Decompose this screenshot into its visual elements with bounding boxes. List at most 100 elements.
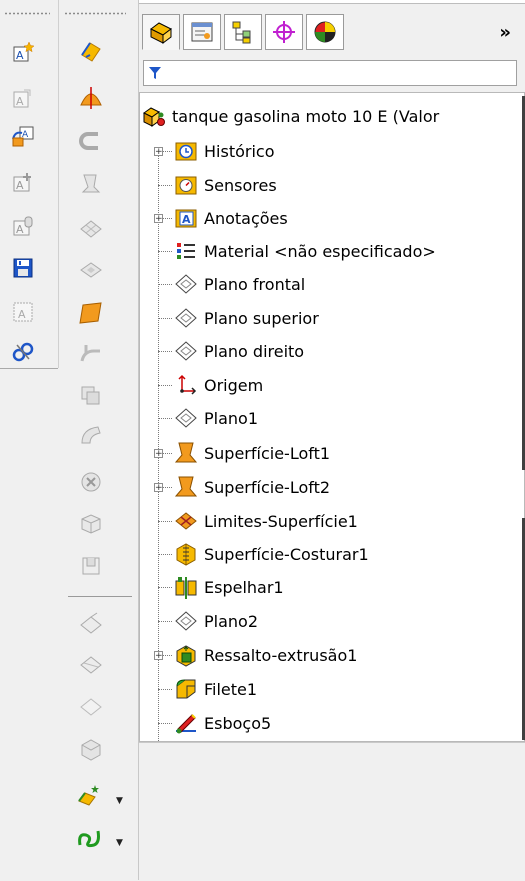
tree-item-label: Plano superior (204, 308, 319, 328)
expand-toggle[interactable]: + (154, 449, 163, 459)
filled-surface-icon[interactable] (78, 258, 102, 282)
annotation-lock-icon[interactable]: A (11, 214, 35, 238)
tree-item-label: Histórico (204, 141, 275, 161)
tree-item-origem[interactable]: Origem (174, 370, 263, 400)
tree-root[interactable]: tanque gasolina moto 10 E (Valor (142, 101, 439, 131)
toolbar-separator (68, 596, 132, 597)
tree-item-label: Superfície-Loft2 (204, 477, 331, 497)
svg-text:A: A (182, 213, 191, 226)
untrim-surface-icon[interactable] (78, 694, 102, 718)
history-clock-icon (174, 139, 198, 163)
tree-item-ressalto-extrusao1[interactable]: Ressalto-extrusão1 (174, 640, 357, 670)
tree-item-label: Limites-Superfície1 (204, 511, 358, 531)
knit-surface-icon[interactable] (78, 738, 102, 762)
tree-item-label: Ressalto-extrusão1 (204, 645, 358, 665)
filter-input[interactable] (143, 60, 517, 86)
revolved-surface-icon[interactable] (78, 86, 102, 110)
tree-item-esboco5[interactable]: Esboço5 (174, 708, 271, 738)
origin-icon (174, 373, 198, 397)
ruled-surface-icon[interactable] (78, 384, 102, 408)
expand-toggle[interactable]: + (154, 147, 163, 157)
chevron-down-icon[interactable]: ▼ (116, 796, 123, 806)
mirror-icon (174, 575, 198, 599)
tree-item-plano2[interactable]: Plano2 (174, 606, 258, 636)
tab-display-manager[interactable] (306, 14, 344, 50)
chevron-down-icon[interactable]: ▼ (116, 838, 123, 848)
svg-text:A: A (16, 179, 24, 192)
tree-item-label: Superfície-Loft1 (204, 443, 331, 463)
tree-item-filete1[interactable]: Filete1 (174, 674, 257, 704)
swept-surface-icon[interactable] (78, 130, 102, 154)
replace-face-icon[interactable] (78, 512, 102, 536)
tab-propertymanager[interactable] (183, 14, 221, 50)
planar-surface-icon[interactable] (78, 300, 102, 324)
toolbar-grip[interactable] (4, 12, 50, 15)
tree-item-label: Anotações (204, 208, 288, 228)
boundary-surface-icon[interactable] (78, 216, 102, 240)
toolbar-grip[interactable] (64, 12, 126, 15)
annotation-frame-icon[interactable]: A (11, 300, 35, 324)
trim-surface-icon[interactable] (78, 652, 102, 676)
tree-item-sensores[interactable]: Sensores (174, 170, 277, 200)
annotations-icon: A (174, 206, 198, 230)
plane-icon (174, 609, 198, 633)
tree-connector (158, 284, 172, 285)
plane-icon (174, 339, 198, 363)
tree-item-label: Sensores (204, 175, 277, 195)
link-tools-icon[interactable] (11, 340, 35, 364)
extend-surface-icon[interactable] (78, 612, 102, 636)
toolbar-empty-area (0, 368, 58, 881)
tree-item-label: Esboço5 (204, 713, 272, 733)
tab-configurationmanager[interactable] (224, 14, 262, 50)
tab-dimxpert[interactable] (265, 14, 303, 50)
svg-text:A: A (16, 223, 24, 236)
expand-toggle[interactable]: + (154, 483, 163, 493)
propertymanager-tab-icon (191, 22, 213, 42)
tree-item-limites-superficie1[interactable]: Limites-Superfície1 (174, 506, 358, 536)
more-tabs-button[interactable]: » (499, 22, 511, 43)
tree-item-superficie-loft2[interactable]: Superfície-Loft2 (174, 472, 330, 502)
delete-hole-icon[interactable] (78, 554, 102, 578)
tree-connector (158, 723, 172, 724)
annotation-disabled-icon[interactable]: A (11, 86, 35, 110)
svg-text:A: A (18, 308, 26, 321)
surface-flatten-icon[interactable] (78, 424, 102, 448)
tree-item-material[interactable]: Material <não especificado> (174, 236, 436, 266)
cut-with-surface-icon[interactable] (76, 826, 100, 850)
filter-funnel-icon (149, 67, 161, 79)
tree-item-plano-direito[interactable]: Plano direito (174, 336, 304, 366)
lofted-surface-icon[interactable] (78, 172, 102, 196)
annotation-add-icon[interactable]: A (11, 170, 35, 194)
boss-extrude-icon (174, 643, 198, 667)
offset-surface-icon[interactable] (78, 340, 102, 364)
tree-connector (158, 521, 172, 522)
tree-item-plano-frontal[interactable]: Plano frontal (174, 269, 305, 299)
expand-toggle[interactable]: + (154, 651, 163, 661)
tab-featuremanager[interactable] (142, 14, 180, 50)
tree-item-label: Material <não especificado> (204, 241, 436, 261)
tree-item-superficie-loft1[interactable]: Superfície-Loft1 (174, 438, 330, 468)
plane-icon (174, 406, 198, 430)
delete-face-icon[interactable] (78, 470, 102, 494)
fillet-icon (174, 677, 198, 701)
tree-item-historico[interactable]: Histórico (174, 136, 274, 166)
annotation-star-icon[interactable]: A (11, 40, 35, 64)
tree-item-anotacoes[interactable]: A Anotações (174, 203, 288, 233)
sensor-gauge-icon (174, 173, 198, 197)
feature-manager-panel: » tanque gasolina moto 10 E (Valor + His… (139, 0, 525, 881)
tree-item-plano-superior[interactable]: Plano superior (174, 303, 319, 333)
tree-connector (158, 251, 172, 252)
tree-item-label: Espelhar1 (204, 577, 284, 597)
save-floppy-icon[interactable] (11, 256, 35, 280)
tree-item-label: Origem (204, 375, 264, 395)
annotation-swap-icon[interactable]: A (11, 124, 35, 148)
tree-item-plano1[interactable]: Plano1 (174, 403, 258, 433)
tree-item-label: Plano direito (204, 341, 305, 361)
tree-connector (158, 385, 172, 386)
expand-toggle[interactable]: + (154, 214, 163, 224)
tree-item-espelhar1[interactable]: Espelhar1 (174, 572, 284, 602)
display-manager-tab-icon (314, 21, 336, 43)
thicken-icon[interactable] (76, 784, 100, 808)
extruded-surface-icon[interactable] (78, 38, 102, 62)
tree-item-superficie-costurar1[interactable]: Superfície-Costurar1 (174, 539, 369, 569)
